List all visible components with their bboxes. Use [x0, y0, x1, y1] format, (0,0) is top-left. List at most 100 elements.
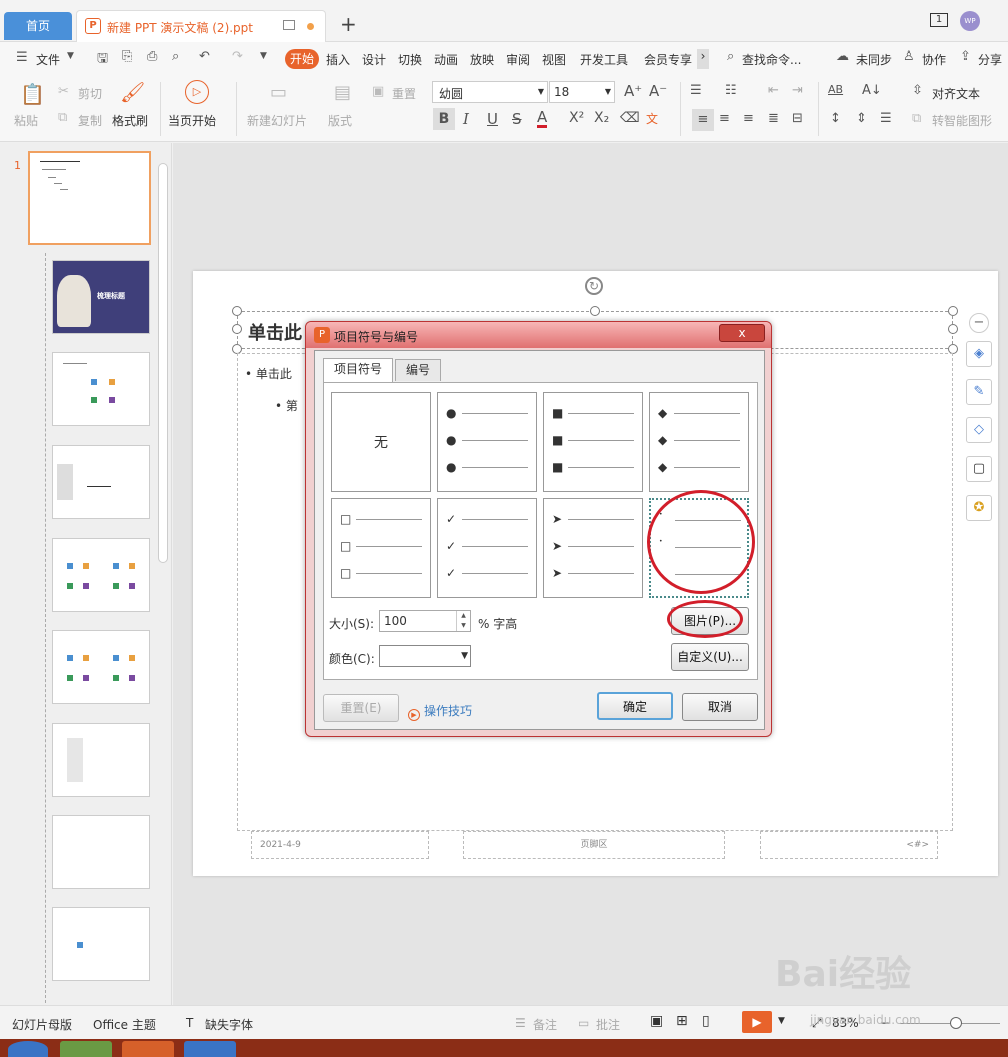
tab-view[interactable]: 视图	[542, 51, 566, 68]
frame-icon[interactable]: ▢	[966, 456, 992, 482]
copy-button[interactable]: 复制	[78, 112, 102, 129]
tab-developer[interactable]: 开发工具	[580, 51, 628, 68]
subscript-icon[interactable]: X₂	[594, 110, 609, 126]
align-center-icon[interactable]: ≡	[719, 111, 730, 126]
convert-smartart-button[interactable]: 转智能图形	[932, 112, 992, 129]
color-select[interactable]: ▼	[379, 645, 471, 667]
undo-icon[interactable]: ↶	[199, 49, 210, 64]
slide-thumbnail-1[interactable]	[28, 151, 151, 245]
dialog-titlebar[interactable]: P 项目符号与编号 x	[306, 322, 771, 348]
size-spinner[interactable]: 100 ▲ ▼	[379, 610, 471, 632]
resize-handle[interactable]	[948, 324, 958, 334]
redo-icon[interactable]: ↷	[232, 49, 243, 64]
missing-font-button[interactable]: 缺失字体	[205, 1016, 253, 1033]
superscript-icon[interactable]: X²	[569, 110, 584, 126]
resize-handle[interactable]	[590, 306, 600, 316]
taskbar-app-icon[interactable]	[184, 1041, 236, 1057]
start-orb-icon[interactable]	[8, 1041, 48, 1057]
layout-button[interactable]: 版式	[328, 112, 352, 129]
tab-slideshow[interactable]: 放映	[470, 51, 494, 68]
resize-handle[interactable]	[948, 306, 958, 316]
menu-more-button[interactable]: ›	[697, 49, 709, 69]
save-icon[interactable]: 🖫	[97, 49, 108, 71]
tab-insert[interactable]: 插入	[326, 51, 350, 68]
tab-design[interactable]: 设计	[362, 51, 386, 68]
footer-page-number[interactable]: <#>	[760, 831, 938, 859]
print-icon[interactable]: ⎙	[147, 49, 157, 64]
ok-button[interactable]: 确定	[597, 692, 673, 720]
taskbar-app-icon[interactable]	[60, 1041, 112, 1057]
bullet-level-2[interactable]: • 第	[275, 397, 298, 414]
sorter-view-icon[interactable]: ⊞	[676, 1013, 688, 1029]
bullet-level-1[interactable]: • 单击此	[245, 365, 292, 382]
align-text-button[interactable]: 对齐文本	[932, 85, 980, 102]
monitor-icon[interactable]	[283, 20, 295, 30]
cut-button[interactable]: 剪切	[78, 85, 102, 102]
new-tab-button[interactable]: +	[340, 12, 357, 36]
pen-icon[interactable]: ✎	[966, 379, 992, 405]
tips-link[interactable]: ▶ 操作技巧	[408, 702, 472, 721]
cancel-button[interactable]: 取消	[682, 693, 758, 721]
chevron-down-icon[interactable]: ▼	[778, 1016, 785, 1026]
slide-thumbnail-9[interactable]	[52, 907, 150, 981]
reset-button[interactable]: 重置(E)	[323, 694, 399, 722]
align-right-icon[interactable]: ≡	[743, 111, 754, 126]
font-size-select[interactable]: 18 ▼	[549, 81, 615, 103]
italic-icon[interactable]: I	[463, 110, 469, 128]
bullet-option-checkmark[interactable]: ✓ ✓ ✓	[437, 498, 537, 598]
align-left-icon[interactable]: ≡	[692, 109, 714, 131]
taskbar-app-icon[interactable]	[122, 1041, 174, 1057]
reset-button[interactable]: 重置	[392, 85, 416, 102]
font-color-icon[interactable]: A	[537, 110, 548, 128]
lightbulb-icon[interactable]: ✪	[966, 495, 992, 521]
bullet-option-none[interactable]: 无	[331, 392, 431, 492]
rotate-icon[interactable]: ↻	[585, 277, 603, 295]
format-painter-button[interactable]: 格式刷	[112, 112, 148, 129]
bullet-option-arrowhead[interactable]: ➤ ➤ ➤	[543, 498, 643, 598]
bullet-list-icon[interactable]: ☰	[690, 83, 702, 98]
sync-status[interactable]: 未同步	[856, 51, 892, 68]
window-count-badge[interactable]: 1	[930, 13, 948, 27]
slide-master-button[interactable]: 幻灯片母版	[12, 1016, 72, 1033]
paste-button[interactable]: 粘贴	[14, 112, 38, 129]
slide-thumbnail-8[interactable]	[52, 815, 150, 889]
sort-icon[interactable]: A↓	[862, 83, 882, 98]
tab-animation[interactable]: 动画	[434, 51, 458, 68]
dialog-close-button[interactable]: x	[719, 324, 765, 342]
collapse-icon[interactable]: −	[969, 313, 989, 333]
clear-format-icon[interactable]: ⌫	[620, 110, 640, 126]
from-current-slide-button[interactable]: 当页开始	[168, 112, 216, 129]
distribute-icon[interactable]: ⊟	[792, 111, 803, 126]
grow-font-icon[interactable]: A⁺	[624, 82, 642, 100]
columns-icon[interactable]: ☰	[880, 111, 892, 126]
tab-numbering[interactable]: 编号	[395, 359, 442, 381]
home-tab[interactable]: 首页	[4, 12, 72, 40]
collaborate-button[interactable]: 协作	[922, 51, 946, 68]
paste-icon[interactable]: 📋	[20, 82, 45, 106]
slide-thumbnail-4[interactable]	[52, 445, 150, 519]
numbered-list-icon[interactable]: ☷	[725, 83, 737, 98]
footer-center[interactable]: 页脚区	[463, 831, 725, 859]
normal-view-icon[interactable]: ▣	[650, 1013, 663, 1029]
resize-handle[interactable]	[232, 324, 242, 334]
print-preview-icon[interactable]: ⌕	[172, 49, 179, 64]
tab-start[interactable]: 开始	[285, 49, 319, 69]
font-name-select[interactable]: 幼圆 ▼	[432, 81, 548, 103]
fill-icon[interactable]: ◇	[966, 417, 992, 443]
bullet-option-hollow-square[interactable]: □ □ □	[331, 498, 431, 598]
strikethrough-icon[interactable]: S	[512, 110, 522, 128]
slideshow-play-icon[interactable]: ▶	[742, 1011, 772, 1033]
bullet-option-filled-circle[interactable]: ● ● ●	[437, 392, 537, 492]
customize-button[interactable]: 自定义(U)...	[671, 643, 749, 671]
document-tab[interactable]: P 新建 PPT 演示文稿 (2).ppt	[76, 10, 326, 42]
slide-thumbnail-2[interactable]: 梳理标题	[52, 260, 150, 334]
text-direction-icon[interactable]: AB	[828, 83, 843, 96]
tab-member[interactable]: 会员专享	[644, 51, 692, 68]
comments-button[interactable]: 批注	[596, 1016, 620, 1033]
phonetic-icon[interactable]: 文	[646, 110, 658, 127]
underline-icon[interactable]: U	[487, 110, 498, 128]
bullet-option-filled-square[interactable]: ■ ■ ■	[543, 392, 643, 492]
avatar[interactable]: WP	[960, 11, 980, 31]
footer-date[interactable]: 2021-4-9	[251, 831, 429, 859]
chevron-down-icon[interactable]: ▼	[67, 51, 74, 61]
